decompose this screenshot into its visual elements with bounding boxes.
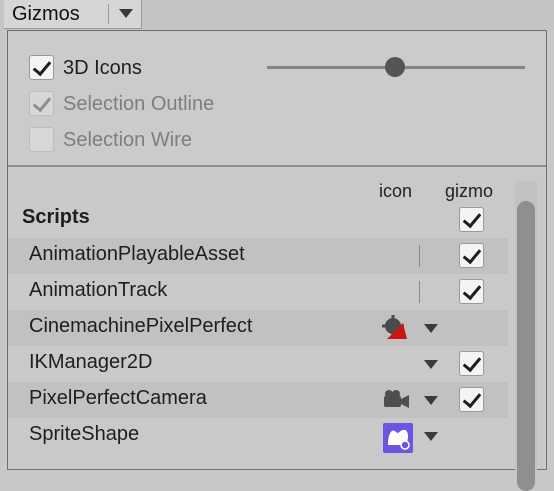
3d-icons-checkbox[interactable] [29,55,54,80]
list-item[interactable]: PixelPerfectCamera [8,382,508,418]
script-name: AnimationTrack [29,279,168,301]
script-name: SpriteShape [29,423,140,445]
camera-gray-icon[interactable] [381,387,411,413]
checkmark-icon [462,352,482,373]
separator [108,4,109,24]
camera-red-icon[interactable] [381,315,411,341]
checkmark-icon [462,208,482,229]
icon-dropdown-arrow-icon[interactable] [424,432,438,441]
selection-outline-checkbox[interactable] [29,91,54,116]
scripts-section-title: Scripts [22,206,90,228]
icon-size-slider-thumb[interactable] [385,57,405,77]
gizmos-label: Gizmos [12,3,80,25]
selection-wire-label: Selection Wire [63,129,192,151]
gizmo-checkbox[interactable] [459,387,484,412]
scrollbar-thumb[interactable] [517,201,535,491]
icon-placeholder [419,245,420,267]
script-name: PixelPerfectCamera [29,387,207,409]
gizmo-checkbox[interactable] [459,243,484,268]
checkmark-icon [462,244,482,265]
gizmos-panel: 3D Icons Selection Outline Selection Wir… [7,30,547,491]
script-name: CinemachinePixelPerfect [29,315,253,337]
3d-icons-label: 3D Icons [63,57,142,79]
checkmark-icon [462,388,482,409]
gizmos-dropdown-button[interactable]: Gizmos [4,0,142,29]
script-name: AnimationPlayableAsset [29,243,245,265]
gizmo-checkbox[interactable] [459,351,484,376]
scripts-toggle-all-checkbox[interactable] [459,207,484,232]
icon-dropdown-arrow-icon[interactable] [424,396,438,405]
checkmark-icon [32,56,52,77]
list-item[interactable]: AnimationPlayableAsset [8,238,508,274]
icon-column-header: icon [379,181,413,201]
sprite-shape-icon[interactable] [383,423,413,453]
dropdown-arrow-icon[interactable] [119,9,133,18]
checkmark-icon [32,92,52,113]
gizmo-options: 3D Icons Selection Outline Selection Wir… [8,31,546,167]
icon-dropdown-arrow-icon[interactable] [424,324,438,333]
gizmo-checkbox[interactable] [459,279,484,304]
selection-wire-checkbox[interactable] [29,127,54,152]
list-item[interactable]: SpriteShape [8,418,508,454]
toolbar: Gizmos [0,0,554,30]
script-name: IKManager2D [29,351,153,373]
list-item[interactable]: CinemachinePixelPerfect [8,310,508,346]
icon-dropdown-arrow-icon[interactable] [424,360,438,369]
checkmark-icon [462,280,482,301]
list-item[interactable]: IKManager2D [8,346,508,382]
icon-placeholder [419,281,420,303]
selection-outline-label: Selection Outline [63,93,215,115]
list-item[interactable]: AnimationTrack [8,274,508,310]
gizmo-column-header: gizmo [445,181,494,201]
